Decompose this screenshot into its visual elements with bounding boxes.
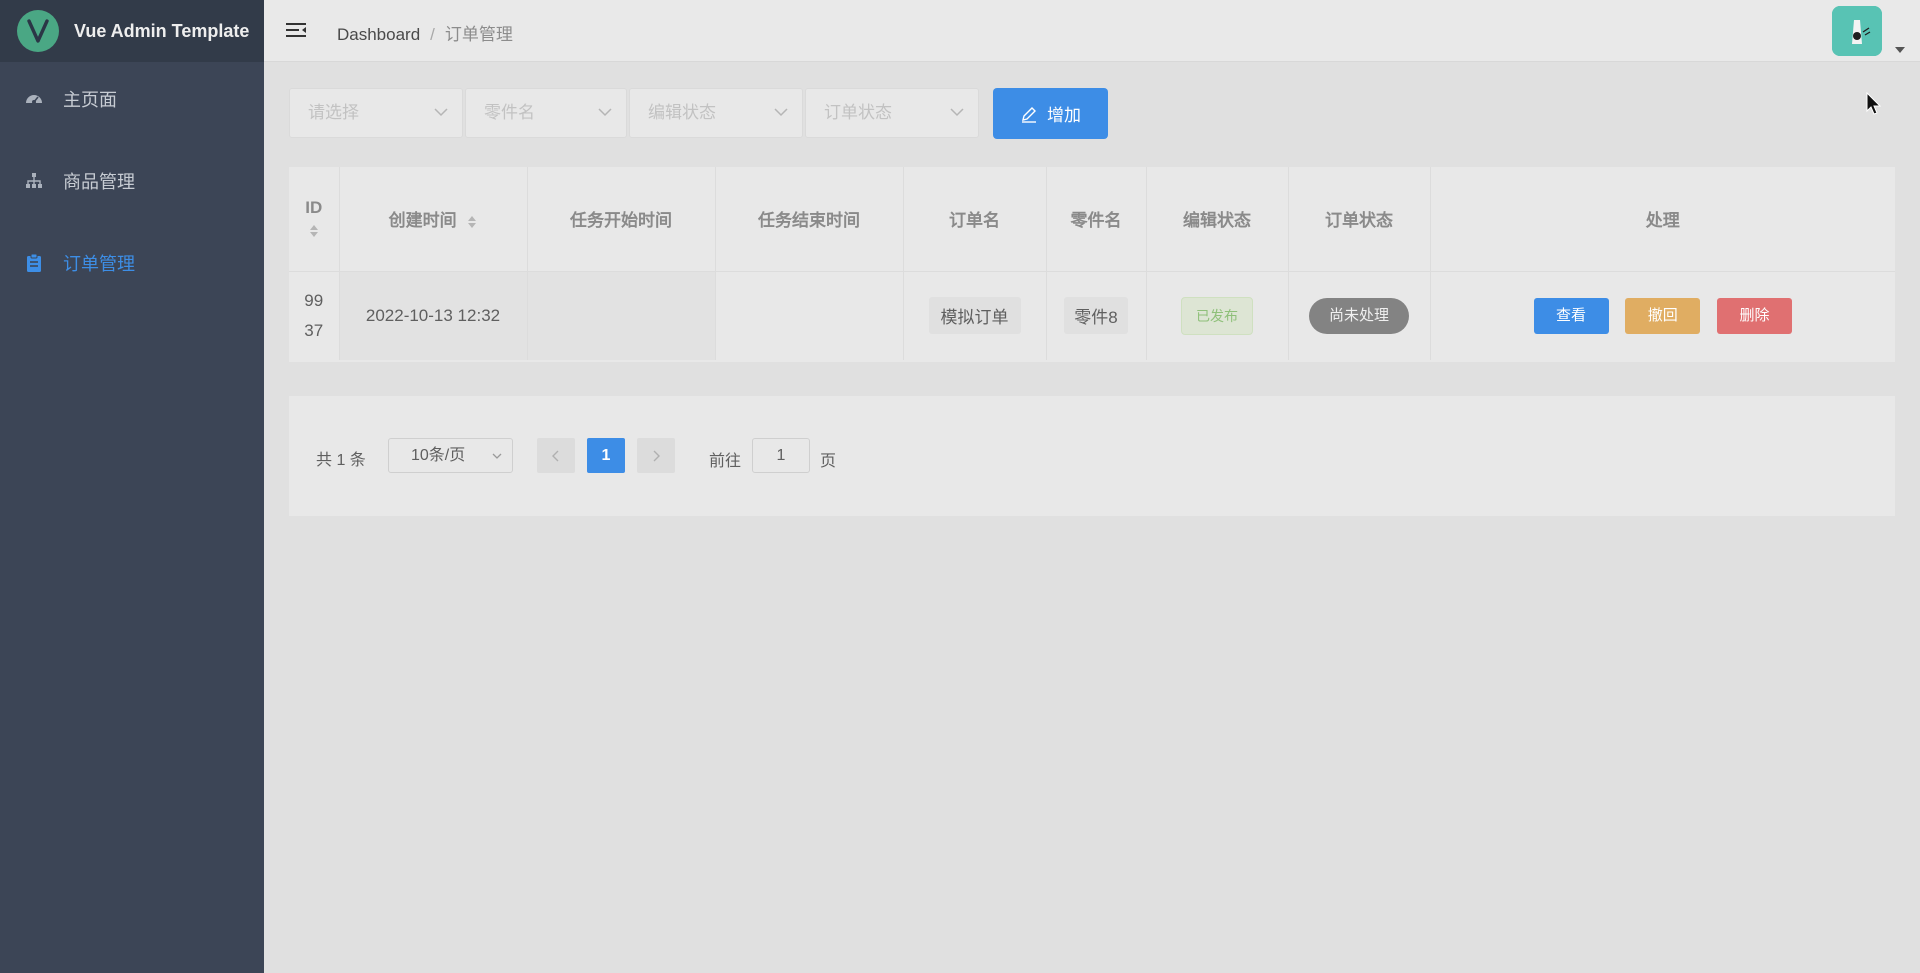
breadcrumb-root[interactable]: Dashboard xyxy=(337,25,420,44)
page-number-button[interactable]: 1 xyxy=(587,438,625,473)
order-status-select[interactable]: 订单状态 xyxy=(805,88,979,138)
sidebar-item-orders[interactable]: 订单管理 xyxy=(0,222,264,304)
column-header-created[interactable]: 创建时间 xyxy=(339,167,528,272)
sidebar-item-label: 订单管理 xyxy=(63,254,135,274)
column-header-part-name: 零件名 xyxy=(1046,167,1147,272)
page-size-value: 10条/页 xyxy=(411,447,466,464)
filter-select[interactable]: 请选择 xyxy=(289,88,463,138)
orders-table: ID 创建时间 任务开始时间 任务结束时间 订单名 零件名 编辑状态 订单状态 … xyxy=(289,167,1895,362)
column-header-id[interactable]: ID xyxy=(289,167,340,272)
prev-page-button[interactable] xyxy=(537,438,575,473)
sort-icon[interactable] xyxy=(309,223,319,239)
status-badge-published: 已发布 xyxy=(1181,296,1253,335)
table-row: 99 37 2022-10-13 12:32 模拟订单 零件8 已发布 尚未处理… xyxy=(289,271,1895,360)
chevron-down-icon xyxy=(774,108,788,117)
app-title: Vue Admin Template xyxy=(74,20,250,41)
chevron-right-icon xyxy=(653,450,660,461)
tree-icon xyxy=(23,170,45,192)
add-button[interactable]: 增加 xyxy=(993,88,1108,139)
view-button[interactable]: 查看 xyxy=(1533,297,1609,334)
goto-label: 前往 xyxy=(709,453,742,470)
cell-part-name: 零件8 xyxy=(1046,271,1147,360)
cell-order-status: 尚未处理 xyxy=(1288,271,1431,360)
part-name-placeholder: 零件名 xyxy=(484,103,535,122)
next-page-button[interactable] xyxy=(637,438,675,473)
column-header-order-name: 订单名 xyxy=(903,167,1047,272)
breadcrumb-current: 订单管理 xyxy=(444,25,513,44)
order-status-placeholder: 订单状态 xyxy=(824,103,892,122)
edit-pen-icon xyxy=(1022,106,1036,123)
column-header-edit-status: 编辑状态 xyxy=(1146,167,1289,272)
dashboard-icon xyxy=(23,88,45,110)
goto-page-input[interactable]: 1 xyxy=(752,438,810,473)
add-button-label: 增加 xyxy=(1047,106,1081,125)
sidebar-item-label: 主页面 xyxy=(63,90,117,110)
column-label-created: 创建时间 xyxy=(388,211,457,231)
sort-icon[interactable] xyxy=(467,214,477,230)
part-name-chip: 零件8 xyxy=(1064,297,1128,335)
column-header-task-end: 任务结束时间 xyxy=(715,167,904,272)
edit-status-placeholder: 编辑状态 xyxy=(648,103,716,122)
order-name-chip: 模拟订单 xyxy=(928,297,1021,335)
column-header-actions: 处理 xyxy=(1430,167,1895,272)
status-badge-pending: 尚未处理 xyxy=(1309,297,1409,334)
cell-edit-status: 已发布 xyxy=(1146,271,1289,360)
cell-actions: 查看 撤回 删除 xyxy=(1430,271,1895,360)
mouse-cursor-icon xyxy=(1866,92,1882,115)
column-header-task-start: 任务开始时间 xyxy=(527,167,716,272)
cell-created: 2022-10-13 12:32 xyxy=(339,271,528,360)
cell-id-line1: 99 xyxy=(304,290,324,310)
main-content: 请选择 零件名 编辑状态 订单状态 增加 ID 创建时间 任务开始时间 任务结束… xyxy=(264,63,1920,973)
column-header-order-status: 订单状态 xyxy=(1288,167,1431,272)
goto-suffix: 页 xyxy=(820,453,837,470)
breadcrumb: Dashboard / 订单管理 xyxy=(337,20,513,45)
delete-button[interactable]: 删除 xyxy=(1716,297,1792,334)
sidebar-item-label: 商品管理 xyxy=(63,172,135,192)
chevron-down-icon xyxy=(492,453,502,459)
cell-task-start xyxy=(527,271,716,360)
page-size-select[interactable]: 10条/页 xyxy=(388,438,513,473)
chevron-down-icon xyxy=(950,108,964,117)
cell-task-end xyxy=(715,271,904,360)
sidebar: Vue Admin Template 主页面 商品管理 订单管理 xyxy=(0,0,264,973)
top-header: Dashboard / 订单管理 xyxy=(264,0,1920,62)
pagination: 共 1 条 10条/页 1 前往 1 页 xyxy=(289,396,1895,516)
cell-order-name: 模拟订单 xyxy=(903,271,1047,360)
chevron-down-icon xyxy=(434,108,448,117)
sidebar-item-home[interactable]: 主页面 xyxy=(0,58,264,140)
filter-select-placeholder: 请选择 xyxy=(308,103,359,122)
chevron-left-icon xyxy=(552,450,559,461)
cell-id-line2: 37 xyxy=(304,320,324,340)
hamburger-icon[interactable] xyxy=(284,19,308,43)
edit-status-select[interactable]: 编辑状态 xyxy=(629,88,803,138)
column-label-id: ID xyxy=(305,198,323,218)
part-name-select[interactable]: 零件名 xyxy=(465,88,627,138)
vue-logo-icon xyxy=(17,10,59,52)
clipboard-icon xyxy=(23,252,45,274)
pagination-total: 共 1 条 xyxy=(316,452,366,469)
sidebar-item-products[interactable]: 商品管理 xyxy=(0,140,264,222)
user-avatar-icon[interactable] xyxy=(1832,6,1882,56)
breadcrumb-separator: / xyxy=(430,25,435,44)
cell-id: 99 37 xyxy=(289,271,340,360)
chevron-down-icon xyxy=(598,108,612,117)
revoke-button[interactable]: 撤回 xyxy=(1625,297,1701,334)
logo-bar: Vue Admin Template xyxy=(0,0,264,62)
chevron-down-icon[interactable] xyxy=(1894,41,1906,53)
table-header-row: ID 创建时间 任务开始时间 任务结束时间 订单名 零件名 编辑状态 订单状态 … xyxy=(289,167,1895,272)
